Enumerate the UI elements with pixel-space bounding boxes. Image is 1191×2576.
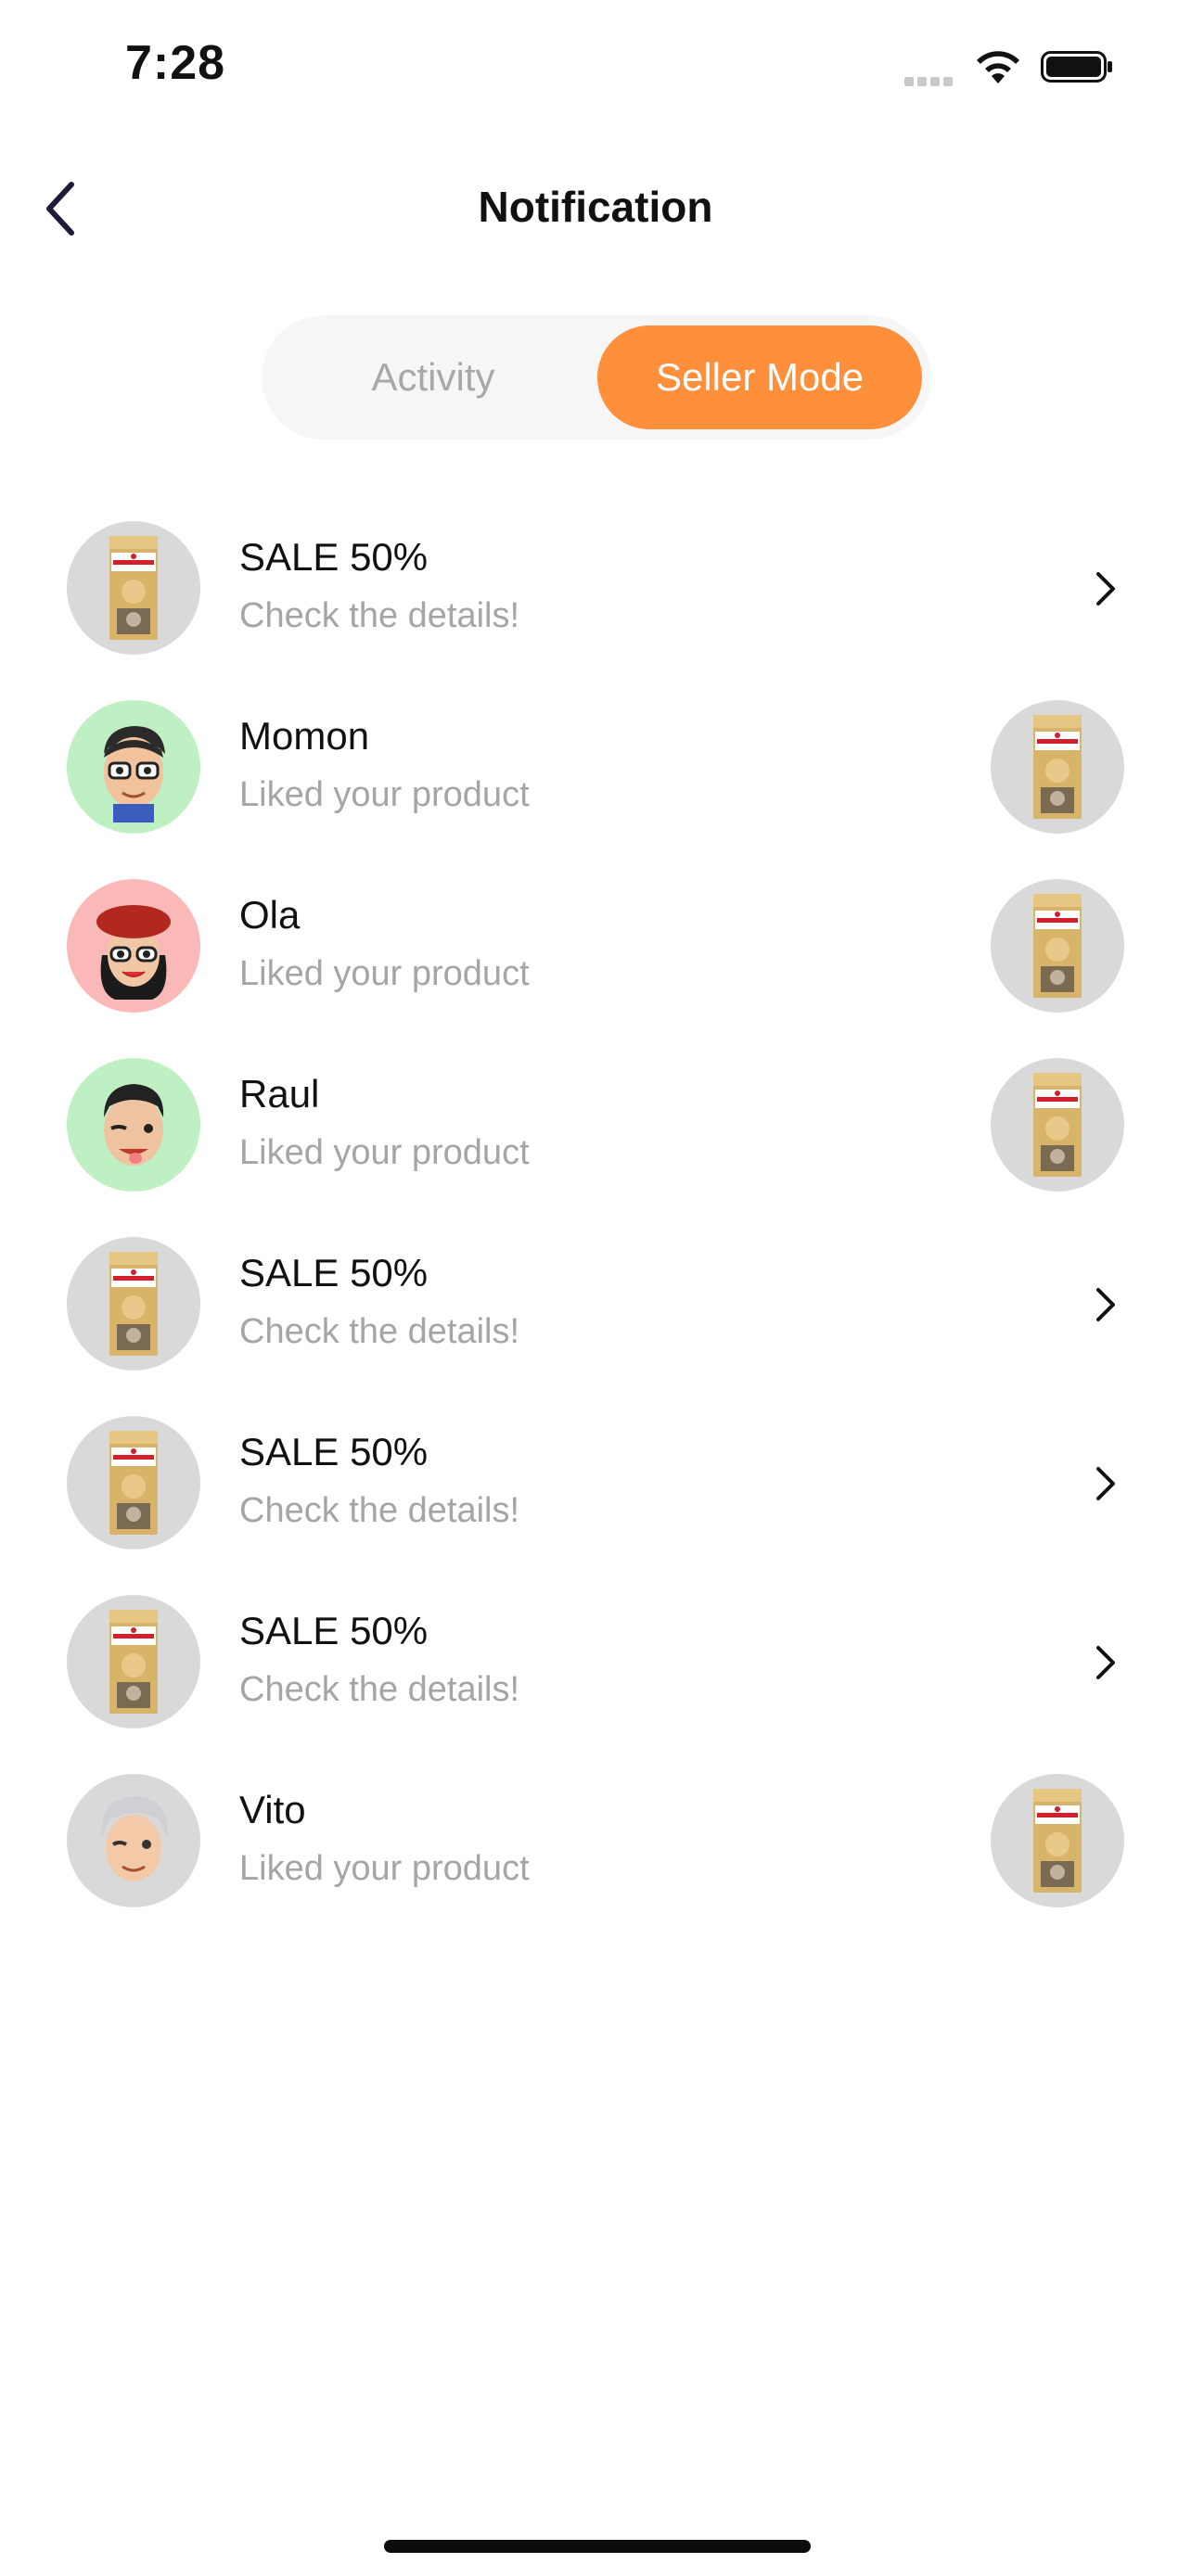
user-avatar [67, 879, 200, 1013]
notification-title: SALE 50% [239, 1609, 429, 1652]
cellular-signal-icon [904, 74, 956, 91]
notification-title: Vito [239, 1788, 306, 1831]
mode-segmented-control: Activity Seller Mode [262, 315, 931, 440]
chevron-right-icon[interactable] [1085, 1279, 1126, 1331]
product-bag-icon [67, 521, 200, 655]
notification-item[interactable]: Raul Liked your product [0, 1052, 1191, 1209]
user-avatar [67, 1774, 200, 1907]
notification-title: SALE 50% [239, 1251, 429, 1294]
notification-item[interactable]: SALE 50% Check the details! [0, 1588, 1191, 1746]
notification-title: SALE 50% [239, 1430, 429, 1473]
product-thumbnail[interactable] [991, 879, 1124, 1013]
product-bag-icon [67, 1237, 200, 1371]
notification-item[interactable]: SALE 50% Check the details! [0, 515, 1191, 672]
home-indicator [384, 2540, 811, 2553]
status-time: 7:28 [125, 36, 226, 90]
product-bag-icon [67, 1416, 200, 1549]
notification-title: Raul [239, 1072, 320, 1116]
notification-title: SALE 50% [239, 535, 429, 579]
notification-subtitle: Check the details! [239, 1312, 520, 1351]
chevron-right-icon[interactable] [1085, 1637, 1126, 1689]
notification-item[interactable]: Momon Liked your product [0, 694, 1191, 851]
notification-title: Momon [239, 714, 370, 758]
product-thumbnail[interactable] [991, 1058, 1124, 1192]
notification-item[interactable]: SALE 50% Check the details! [0, 1409, 1191, 1567]
notification-subtitle: Liked your product [239, 954, 530, 993]
notification-subtitle: Check the details! [239, 1670, 520, 1709]
product-thumbnail[interactable] [991, 1774, 1124, 1907]
notification-subtitle: Liked your product [239, 1849, 530, 1888]
notification-subtitle: Liked your product [239, 775, 530, 814]
product-thumbnail[interactable] [991, 700, 1124, 834]
user-avatar [67, 1058, 200, 1192]
page-title: Notification [478, 183, 713, 231]
tab-seller-mode[interactable]: Seller Mode [597, 325, 922, 429]
notification-subtitle: Check the details! [239, 596, 520, 635]
notification-item[interactable]: SALE 50% Check the details! [0, 1231, 1191, 1388]
battery-icon [1041, 51, 1112, 83]
user-avatar [67, 700, 200, 834]
notification-item[interactable]: Ola Liked your product [0, 873, 1191, 1030]
chevron-right-icon[interactable] [1085, 563, 1126, 615]
chevron-right-icon[interactable] [1085, 1458, 1126, 1510]
notification-item[interactable]: Vito Liked your product [0, 1767, 1191, 1925]
wifi-icon [977, 51, 1019, 83]
notification-subtitle: Liked your product [239, 1133, 530, 1172]
notification-subtitle: Check the details! [239, 1491, 520, 1530]
notification-title: Ola [239, 893, 301, 937]
product-bag-icon [67, 1595, 200, 1728]
tab-activity[interactable]: Activity [275, 325, 592, 429]
